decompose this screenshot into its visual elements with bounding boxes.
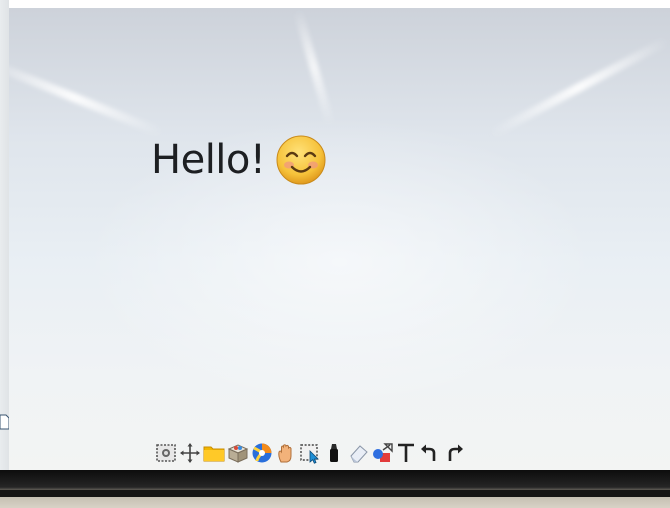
pen-button[interactable] [323, 441, 345, 465]
screen-glare [9, 57, 164, 138]
monitor-bezel-edge [0, 490, 670, 497]
screen-glare [488, 36, 670, 139]
folder-icon [203, 446, 225, 462]
screen-glare [293, 8, 335, 127]
shapes-icon [373, 443, 393, 462]
move-button[interactable] [179, 441, 201, 465]
camera-frame-icon [156, 444, 176, 462]
shapes-button[interactable] [371, 441, 393, 465]
canvas-text[interactable]: Hello! [151, 137, 266, 183]
undo-button[interactable] [419, 441, 441, 465]
resources-button[interactable] [227, 441, 249, 465]
open-folder-button[interactable] [203, 441, 225, 465]
eraser-button[interactable] [347, 441, 369, 465]
canvas-greeting[interactable]: Hello! [151, 134, 327, 186]
monitor-bezel [0, 470, 670, 508]
browser-icon [252, 443, 272, 463]
eraser-icon [350, 445, 368, 463]
page-tab-icon[interactable] [0, 414, 9, 430]
text-icon [398, 443, 414, 462]
select-cursor-icon [300, 444, 319, 464]
screen-capture-button[interactable] [155, 441, 177, 465]
browser-button[interactable] [251, 441, 273, 465]
select-button[interactable] [299, 441, 321, 465]
whiteboard-canvas[interactable]: Hello! [9, 8, 670, 470]
marker-icon [330, 444, 338, 462]
bottom-toolbar [155, 440, 465, 466]
hand-icon [278, 444, 292, 463]
pan-button[interactable] [275, 441, 297, 465]
move-arrows-icon [180, 443, 200, 463]
undo-icon [421, 444, 436, 461]
smiling-face-emoji-icon[interactable] [275, 134, 327, 186]
redo-icon [448, 444, 463, 461]
left-bezel [0, 0, 9, 470]
display-photo: Hello! [0, 0, 670, 508]
text-tool-button[interactable] [395, 441, 417, 465]
box-icon [227, 444, 249, 463]
redo-button[interactable] [443, 441, 465, 465]
